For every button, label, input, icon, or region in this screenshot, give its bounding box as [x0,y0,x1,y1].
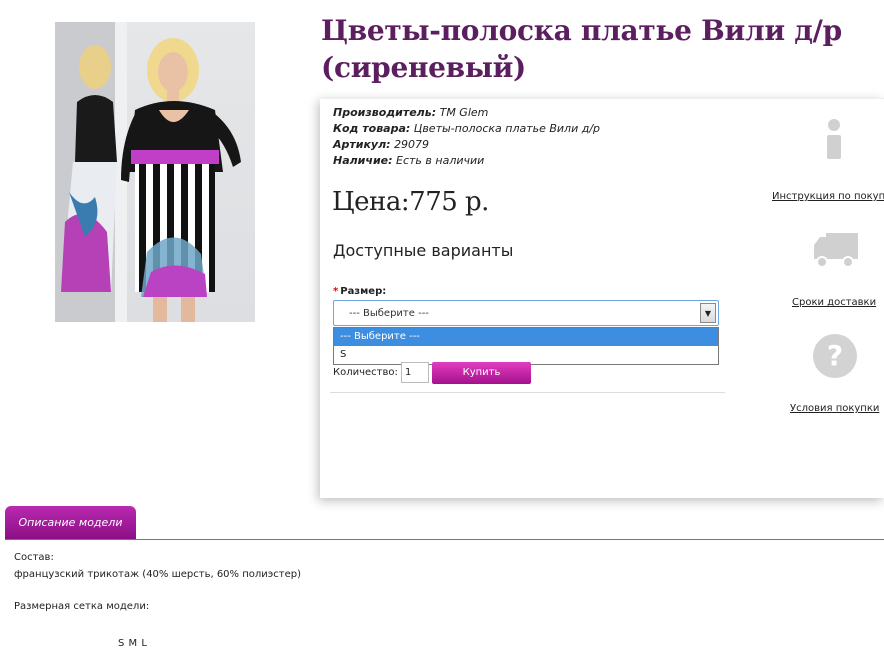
meta-article-label: Артикул: [333,138,391,151]
size-chart-label: Размерная сетка модели: [14,601,150,612]
meta-manufacturer: Производитель: TM Glem [333,105,600,121]
tab-underline [5,539,884,540]
delivery-link[interactable]: Сроки доставки [792,297,876,308]
product-meta-list: Производитель: TM Glem Код товара: Цветы… [333,105,600,169]
size-select-value: --- Выберите --- [349,308,429,319]
dropdown-arrow-icon[interactable]: ▼ [700,303,716,323]
size-chart-values: S M L [118,638,147,649]
dress-illustration [61,38,241,322]
size-dropdown-list: --- Выберите --- S [333,327,719,365]
composition-label: Состав: [14,552,54,563]
tab-description[interactable]: Описание модели [5,506,136,539]
product-info-panel: Производитель: TM Glem Код товара: Цветы… [320,98,884,498]
size-label: * Размер: [333,286,386,297]
meta-manufacturer-value[interactable]: TM Glem [440,106,489,119]
composition-value: французский трикотаж (40% шерсть, 60% по… [14,569,301,580]
meta-stock-label: Наличие: [333,154,393,167]
size-option[interactable]: --- Выберите --- [334,328,718,346]
required-mark: * [333,286,339,297]
meta-stock-value: Есть в наличии [396,154,485,167]
buy-button[interactable]: Купить [432,362,531,384]
question-icon[interactable]: ? [812,333,858,379]
variants-heading: Доступные варианты [333,241,514,260]
quantity-label: Количество: [333,367,398,378]
divider [330,392,725,393]
meta-stock: Наличие: Есть в наличии [333,153,600,169]
quantity-input[interactable] [401,362,429,383]
meta-code: Код товара: Цветы-полоска платье Вили д/… [333,121,600,137]
product-price: Цена:775 р. [332,187,489,217]
meta-code-label: Код товара: [333,122,411,135]
product-photo[interactable] [55,22,255,322]
truck-icon[interactable] [812,229,860,269]
instruction-link[interactable]: Инструкция по покупке [772,191,884,202]
size-select[interactable]: --- Выберите --- ▼ [333,300,719,326]
meta-code-value: Цветы-полоска платье Вили д/р [413,122,601,135]
meta-article-value: 29079 [394,138,430,151]
info-icon[interactable] [822,117,846,161]
meta-manufacturer-label: Производитель: [333,106,437,119]
conditions-link[interactable]: Условия покупки [790,403,879,414]
size-label-text: Размер: [340,286,387,297]
svg-text:?: ? [827,339,843,372]
meta-article: Артикул: 29079 [333,137,600,153]
description-block: Состав: французский трикотаж (40% шерсть… [14,549,301,583]
product-title: Цветы-полоска платье Вили д/р (сиреневый… [321,14,842,84]
